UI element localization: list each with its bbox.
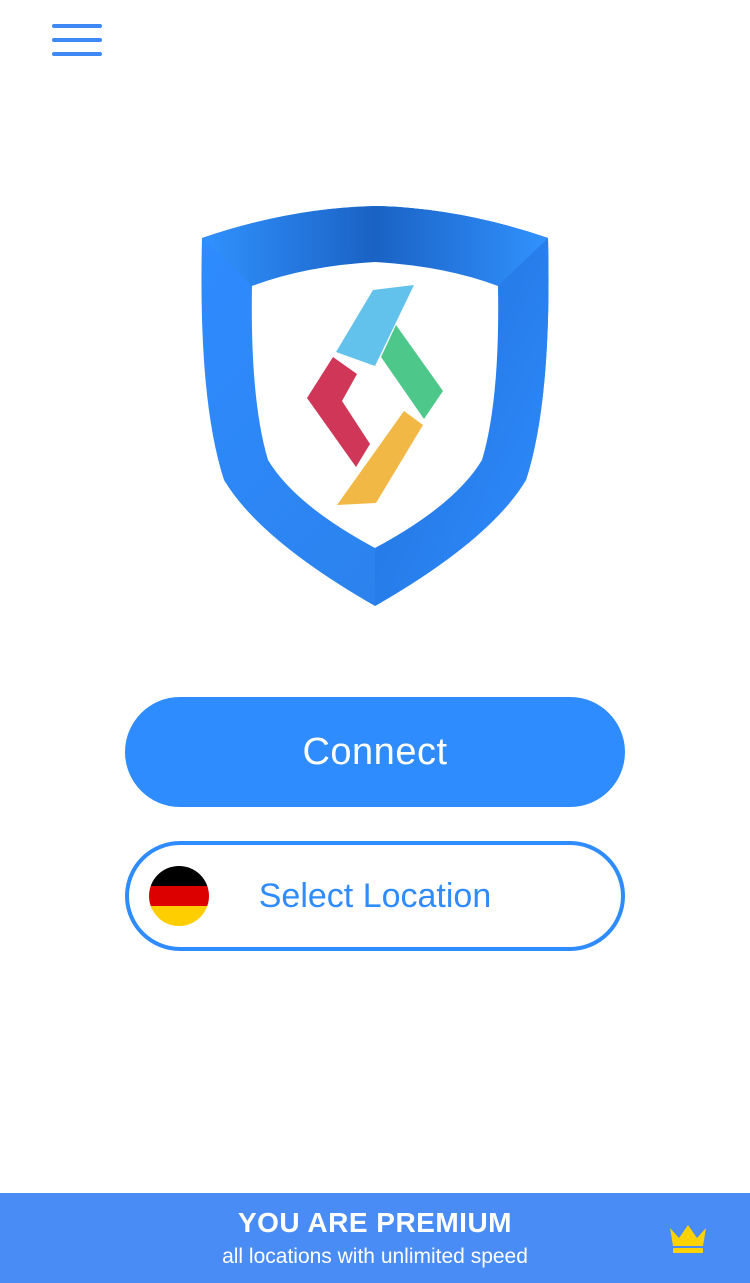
select-location-button[interactable]: Select Location [125,841,625,951]
shield-logo [200,204,550,608]
connect-button[interactable]: Connect [125,697,625,807]
hamburger-menu-icon [52,24,102,56]
menu-button[interactable] [44,16,110,64]
select-location-label: Select Location [258,876,492,915]
premium-banner[interactable]: YOU ARE PREMIUM all locations with unlim… [0,1193,750,1283]
shield-logo-icon [201,206,549,606]
premium-subtitle: all locations with unlimited speed [222,1245,528,1268]
premium-title: YOU ARE PREMIUM [237,1207,513,1238]
crown-icon [668,1221,708,1255]
